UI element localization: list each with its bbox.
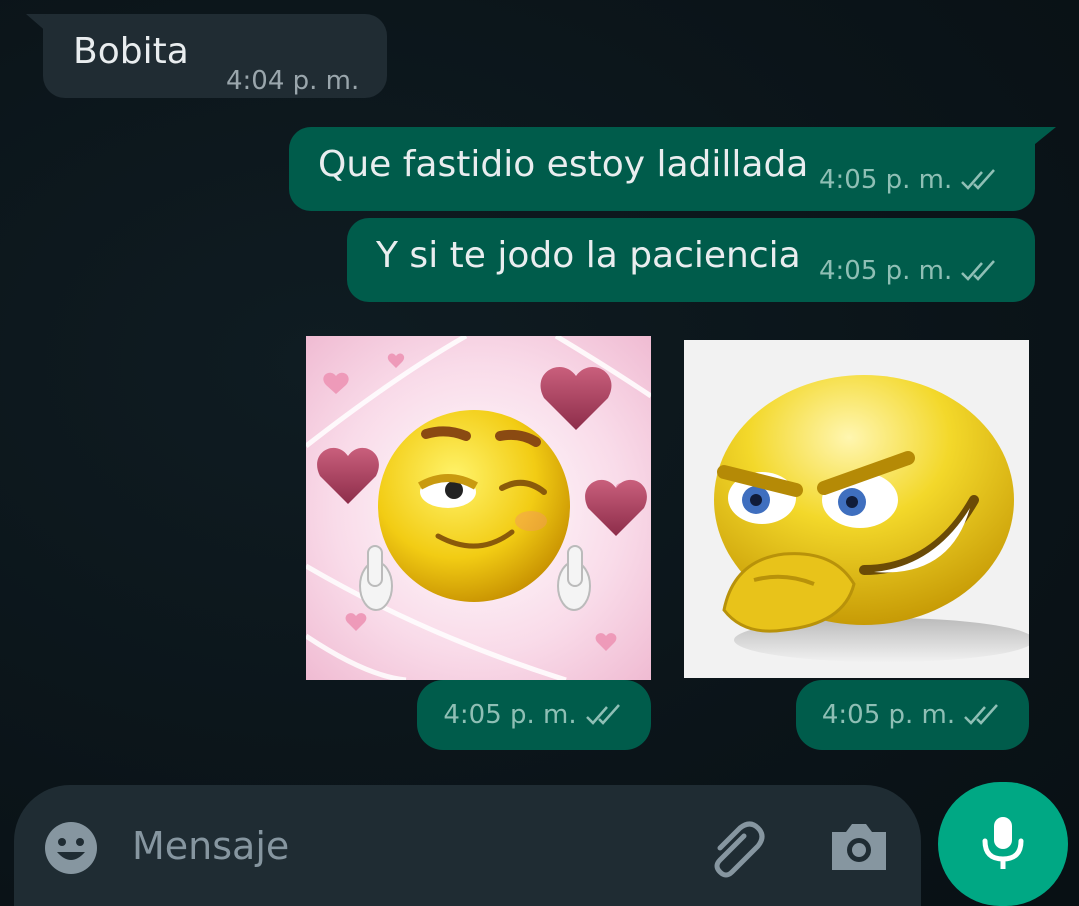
message-text: Que fastidio estoy ladillada [318,144,809,185]
message-meta: 4:05 p. m. [822,700,1003,730]
message-time: 4:05 p. m. [819,256,953,286]
sticker-time-pill: 4:05 p. m. [796,680,1029,750]
message-text: Bobita [73,31,189,72]
paperclip-icon[interactable] [706,818,768,880]
message-text: Y si te jodo la paciencia [376,235,801,276]
microphone-button[interactable] [938,782,1068,906]
winking-smiley-with-hearts-image [306,336,651,680]
double-check-icon [961,169,996,190]
message-meta: 4:05 p. m. [819,256,1000,286]
scheming-smiley-image [684,340,1029,678]
outgoing-message-bubble[interactable]: Y si te jodo la paciencia 4:05 p. m. [347,218,1035,302]
message-time: 4:05 p. m. [443,700,577,730]
microphone-icon [982,817,1024,869]
camera-icon[interactable] [828,818,890,874]
message-time: 4:05 p. m. [821,700,956,730]
sticker-time-pill: 4:05 p. m. [417,680,651,750]
message-time: 4:04 p. m. [226,66,360,96]
chat-screen: Bobita 4:04 p. m. Que fastidio estoy lad… [0,0,1079,906]
double-check-icon [585,704,620,725]
message-meta: 4:05 p. m. [443,700,624,730]
double-check-icon [964,704,999,725]
message-meta: 4:05 p. m. [819,165,1000,195]
message-time: 4:05 p. m. [819,165,953,195]
outgoing-message-bubble[interactable]: Que fastidio estoy ladillada 4:05 p. m. [289,127,1035,211]
winking-smiley-sticker[interactable] [306,336,651,680]
message-input[interactable]: Mensaje [132,820,289,872]
scheming-smiley-sticker[interactable] [684,340,1029,678]
double-check-icon [961,260,996,281]
incoming-message-bubble[interactable]: Bobita 4:04 p. m. [43,14,387,98]
message-meta: 4:04 p. m. [226,66,359,96]
emoji-icon[interactable] [43,820,99,876]
